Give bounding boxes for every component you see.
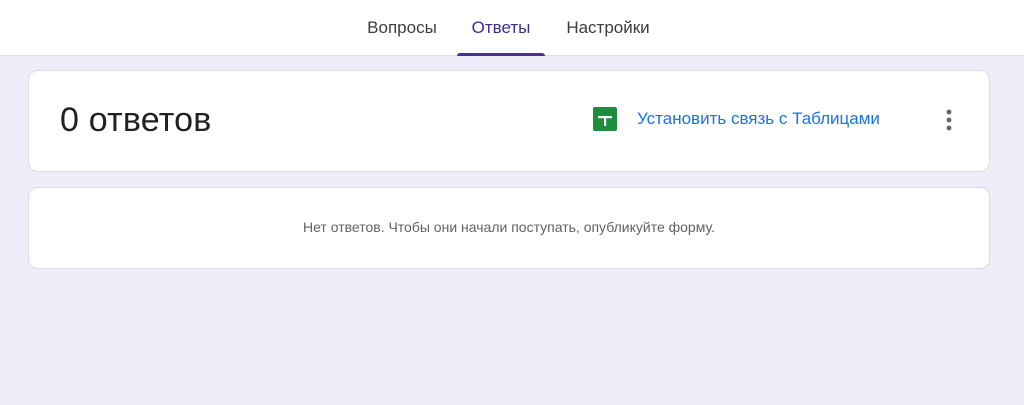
responses-summary-card: 0 ответов Установить связь с Таблицами <box>28 70 990 172</box>
tab-settings[interactable]: Настройки <box>553 0 663 56</box>
link-to-sheets-button[interactable]: Установить связь с Таблицами <box>637 109 880 129</box>
tab-responses[interactable]: Ответы <box>457 0 545 56</box>
empty-state-message: Нет ответов. Чтобы они начали поступать,… <box>302 219 715 235</box>
more-options-button[interactable] <box>937 106 961 134</box>
top-tab-bar: Вопросы Ответы Настройки <box>0 0 1024 56</box>
more-vert-icon <box>946 109 952 131</box>
active-tab-indicator <box>457 53 545 56</box>
tab-settings-label: Настройки <box>566 18 650 37</box>
tab-questions[interactable]: Вопросы <box>355 0 449 56</box>
tab-responses-label: Ответы <box>471 18 531 37</box>
empty-state-card: Нет ответов. Чтобы они начали поступать,… <box>28 187 990 269</box>
google-sheets-icon[interactable] <box>593 107 617 131</box>
response-count: 0 ответов <box>60 101 212 139</box>
tab-questions-label: Вопросы <box>367 18 437 37</box>
